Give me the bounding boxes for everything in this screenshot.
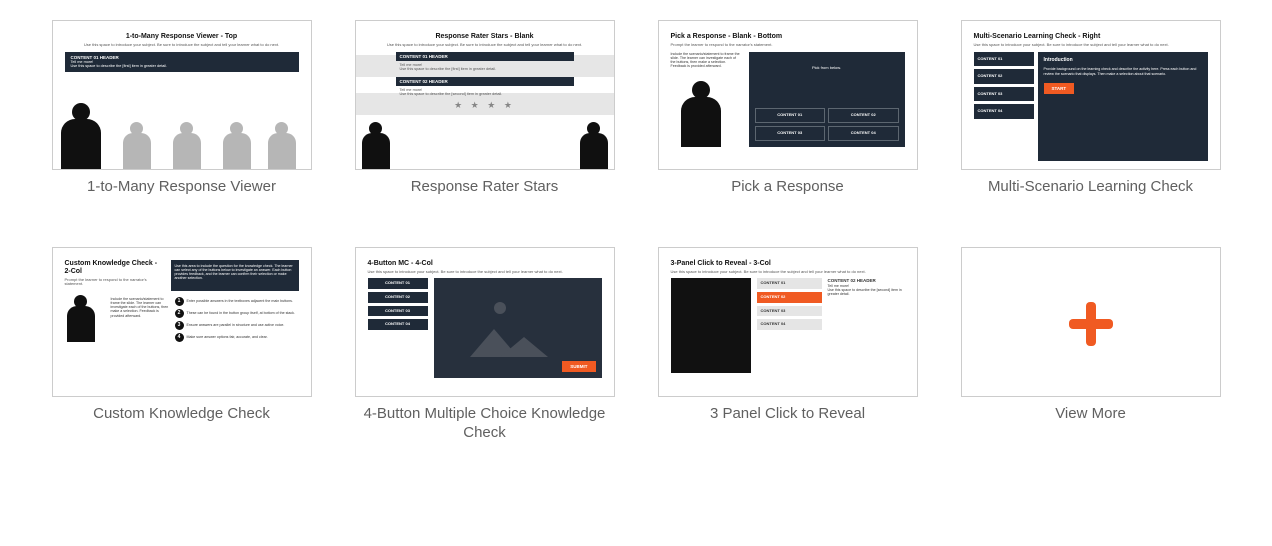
thumbnail: Pick a Response - Blank - Bottom Prompt …	[658, 20, 918, 170]
card-pick-a-response[interactable]: Pick a Response - Blank - Bottom Prompt …	[656, 20, 919, 197]
card-caption: Response Rater Stars	[411, 178, 559, 197]
thumb-title: Pick a Response - Blank - Bottom	[671, 33, 905, 41]
card-caption: Pick a Response	[731, 178, 844, 197]
include-text: Include the scenario/statement to frame …	[671, 52, 741, 69]
thumb-title: Response Rater Stars - Blank	[368, 33, 602, 41]
thumbnail: 4-Button MC - 4-Col Use this space to in…	[355, 247, 615, 397]
card-caption: 3 Panel Click to Reveal	[710, 405, 865, 424]
card-caption: View More	[1055, 405, 1126, 424]
card-response-rater-stars[interactable]: Response Rater Stars - Blank Use this sp…	[353, 20, 616, 197]
submit-button: SUBMIT	[562, 361, 595, 372]
card-custom-knowledge-check[interactable]: Custom Knowledge Check - 2-Col Prompt th…	[50, 247, 313, 443]
content-header-2: CONTENT 02 HEADER	[396, 77, 574, 86]
content-btn-1: CONTENT 01	[755, 108, 826, 123]
content-btn-4: CONTENT 04	[828, 126, 899, 141]
intro-body: Provide background on the learning check…	[1044, 67, 1202, 75]
content-header-1: CONTENT 01 HEADER	[396, 52, 574, 61]
thumbnail: 3-Panel Click to Reveal - 3-Col Use this…	[658, 247, 918, 397]
image-placeholder-icon: SUBMIT	[434, 278, 602, 378]
card-4-button-multiple-choice[interactable]: 4-Button MC - 4-Col Use this space to in…	[353, 247, 616, 443]
thumb-title: 3-Panel Click to Reveal - 3-Col	[671, 260, 905, 268]
thumbnail: Multi-Scenario Learning Check - Right Us…	[961, 20, 1221, 170]
card-caption: 1-to-Many Response Viewer	[87, 178, 276, 197]
panel-tabs: CONTENT 01 CONTENT 02 CONTENT 03 CONTENT…	[757, 278, 822, 373]
scenario-text: Include the scenario/statement to frame …	[111, 297, 171, 342]
thumb-title: Multi-Scenario Learning Check - Right	[974, 33, 1208, 41]
thumb-title: Custom Knowledge Check - 2-Col	[65, 260, 165, 276]
gallery-grid: 1-to-Many Response Viewer - Top Use this…	[50, 20, 1222, 442]
thumbnail	[961, 247, 1221, 397]
content-btn-2: CONTENT 02	[828, 108, 899, 123]
thumb-subtitle: Use this space to introduce your subject…	[368, 43, 602, 48]
card-caption: 4-Button Multiple Choice Knowledge Check	[353, 405, 616, 443]
answer-bullets: 1Enter possible answers in the textboxes…	[175, 297, 299, 342]
card-caption: Custom Knowledge Check	[93, 405, 270, 424]
intro-header: Introduction	[1044, 58, 1202, 64]
thumb-title: 4-Button MC - 4-Col	[368, 260, 602, 268]
card-view-more[interactable]: View More	[959, 247, 1222, 443]
thumb-subtitle: Use this space to introduce your subject…	[671, 270, 905, 275]
question-box: Use this area to include the question fo…	[171, 260, 299, 291]
start-button: START	[1044, 83, 1075, 94]
card-multi-scenario-learning-check[interactable]: Multi-Scenario Learning Check - Right Us…	[959, 20, 1222, 197]
thumbnail: 1-to-Many Response Viewer - Top Use this…	[52, 20, 312, 170]
pick-label: Pick from below.	[755, 66, 899, 71]
thumb-prompt: Prompt the learner to respond to the nar…	[65, 278, 165, 287]
image-placeholder	[671, 278, 751, 373]
thumb-subtitle: Use this space to introduce your subject…	[368, 270, 602, 275]
card-3-panel-click-to-reveal[interactable]: 3-Panel Click to Reveal - 3-Col Use this…	[656, 247, 919, 443]
plus-icon	[1063, 296, 1119, 352]
content-desc: Use this space to describe the [first] i…	[71, 64, 293, 68]
thumb-title: 1-to-Many Response Viewer - Top	[65, 33, 299, 41]
thumb-subtitle: Use this space to introduce your subject…	[974, 43, 1208, 48]
thumb-subtitle: Use this space to introduce your subject…	[65, 43, 299, 48]
card-caption: Multi-Scenario Learning Check	[988, 178, 1193, 197]
scenario-nav: CONTENT 01 CONTENT 02 CONTENT 03 CONTENT…	[974, 52, 1034, 161]
content-btn-3: CONTENT 03	[755, 126, 826, 141]
response-buttons: CONTENT 01 CONTENT 02 CONTENT 03 CONTENT…	[755, 108, 899, 140]
card-1-to-many-response-viewer[interactable]: 1-to-Many Response Viewer - Top Use this…	[50, 20, 313, 197]
thumbnail: Custom Knowledge Check - 2-Col Prompt th…	[52, 247, 312, 397]
thumbnail: Response Rater Stars - Blank Use this sp…	[355, 20, 615, 170]
thumb-prompt: Prompt the learner to respond to the nar…	[671, 43, 905, 48]
template-gallery: 1-to-Many Response Viewer - Top Use this…	[0, 0, 1272, 472]
choice-buttons: CONTENT 01 CONTENT 02 CONTENT 03 CONTENT…	[368, 278, 428, 378]
